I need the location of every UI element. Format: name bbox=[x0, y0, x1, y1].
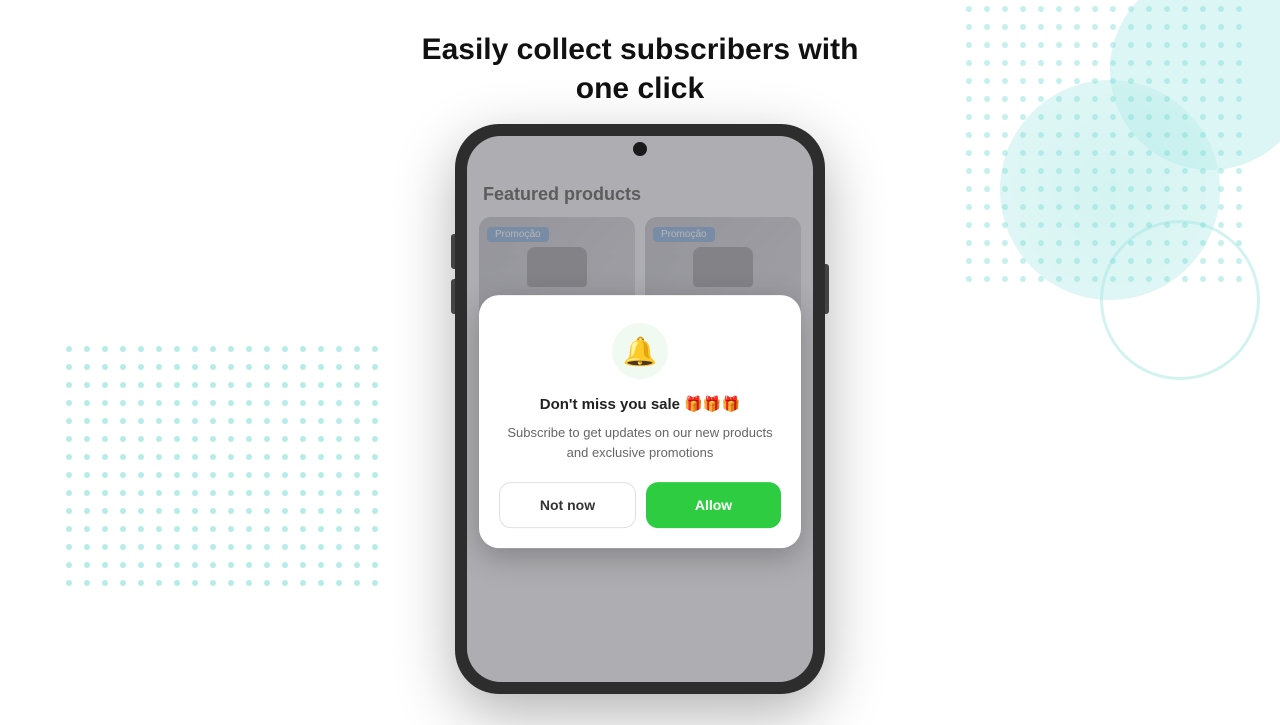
page-headline: Easily collect subscribers with one clic… bbox=[422, 30, 859, 108]
phone-volume-up-button bbox=[451, 234, 455, 269]
modal-buttons: Not now Allow bbox=[499, 482, 781, 528]
bell-icon: 🔔 bbox=[623, 335, 658, 368]
phone-frame: Featured products Promoção opções Promoç… bbox=[455, 124, 825, 694]
phone-screen: Featured products Promoção opções Promoç… bbox=[467, 136, 813, 682]
bell-icon-wrapper: 🔔 bbox=[612, 323, 668, 379]
headline-line2: one click bbox=[576, 72, 704, 105]
main-container: Easily collect subscribers with one clic… bbox=[0, 0, 1280, 720]
modal-subtitle: Subscribe to get updates on our new prod… bbox=[499, 423, 781, 462]
headline-line1: Easily collect subscribers with bbox=[422, 33, 859, 66]
push-notification-modal: 🔔 Don't miss you sale 🎁🎁🎁 Subscribe to g… bbox=[479, 295, 801, 548]
not-now-button[interactable]: Not now bbox=[499, 482, 636, 528]
phone-volume-down-button bbox=[451, 279, 455, 314]
allow-button[interactable]: Allow bbox=[646, 482, 781, 528]
phone-power-button bbox=[825, 264, 829, 314]
modal-title: Don't miss you sale 🎁🎁🎁 bbox=[540, 395, 740, 413]
phone-camera bbox=[633, 142, 647, 156]
